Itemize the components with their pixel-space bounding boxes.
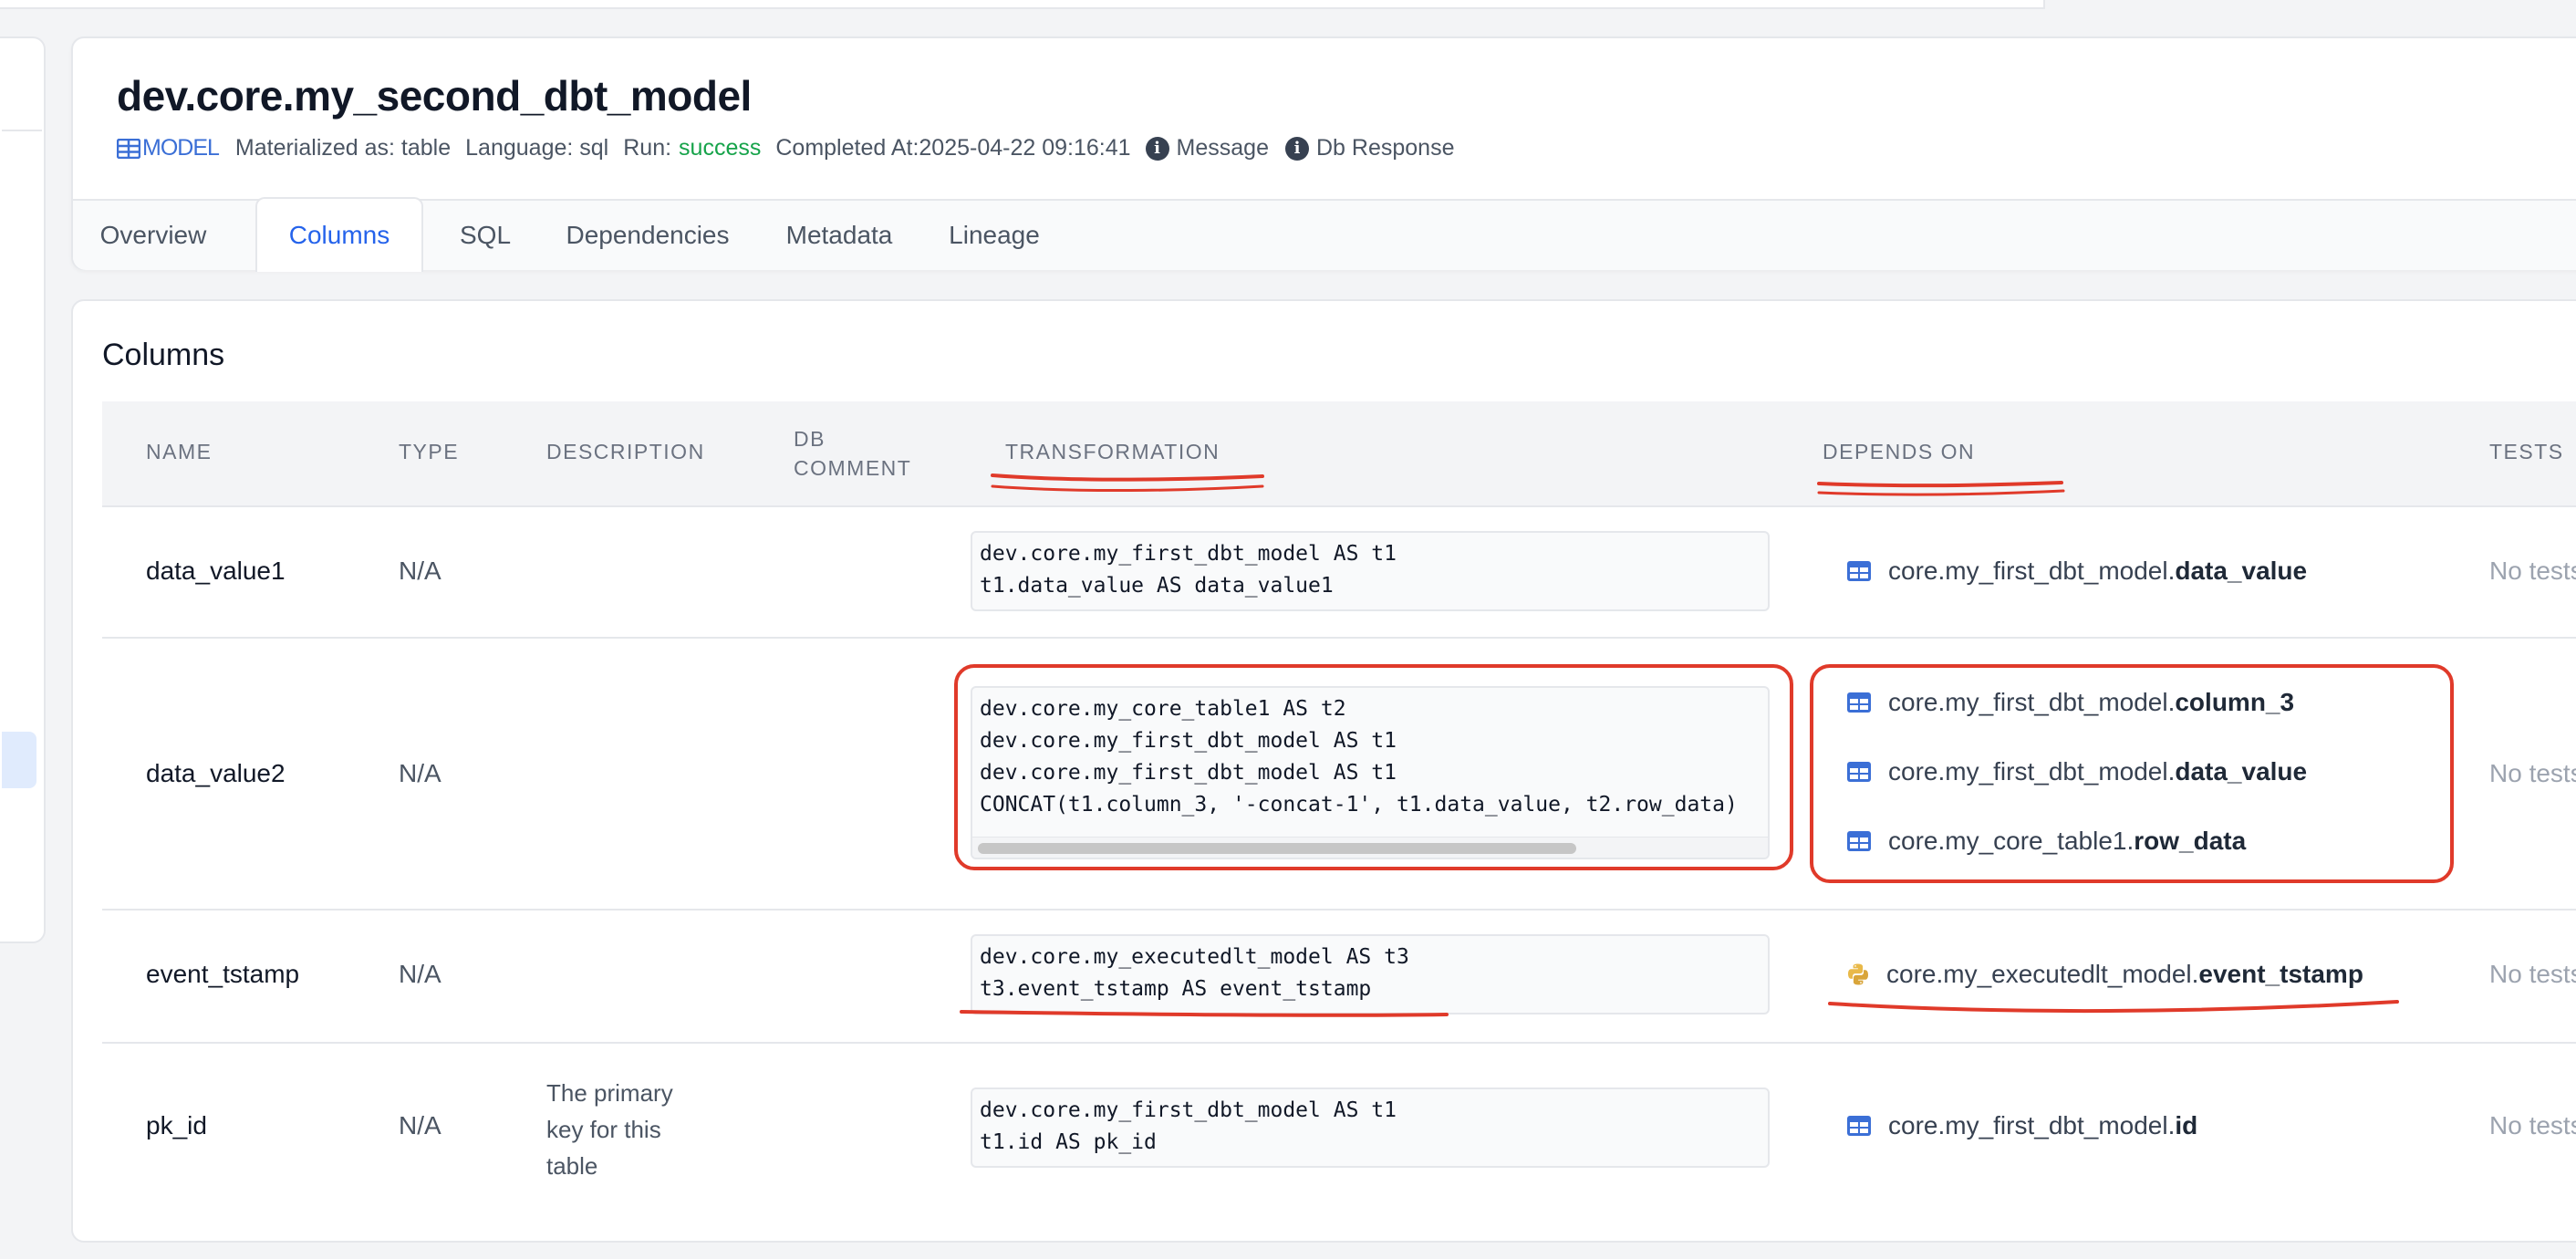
depends-on-prefix: core.my_core_table1. xyxy=(1888,827,2135,855)
column-type: N/A xyxy=(399,1111,441,1139)
depends-on-column: data_value xyxy=(2175,557,2308,585)
table-row: pk_id N/A The primary key for this table… xyxy=(102,1042,2576,1215)
header-type: TYPE xyxy=(399,440,460,463)
table-icon xyxy=(1847,831,1871,851)
table-icon xyxy=(1847,561,1871,581)
transformation-code: dev.core.my_core_table1 AS t2 dev.core.m… xyxy=(971,686,1770,859)
description-line: The primary xyxy=(546,1079,673,1107)
message-label: Message xyxy=(1176,135,1269,161)
description-line: key for this xyxy=(546,1116,661,1143)
depends-on-link[interactable]: core.my_core_table1. row_data xyxy=(1846,827,2246,856)
table-header: NAME TYPE DESCRIPTION DB COMMENT TRANSFO… xyxy=(102,401,2576,507)
python-icon xyxy=(1848,963,1868,985)
top-strip xyxy=(0,0,2045,9)
tab-lineage[interactable]: Lineage xyxy=(940,201,1049,270)
horizontal-scrollbar[interactable] xyxy=(972,837,1768,858)
message-button[interactable]: i Message xyxy=(1145,135,1269,161)
header-name: NAME xyxy=(146,440,213,463)
code-line: dev.core.my_core_table1 AS t2 xyxy=(980,697,1346,721)
depends-on-prefix: core.my_first_dbt_model. xyxy=(1888,1111,2176,1139)
depends-on-prefix: core.my_executedlt_model. xyxy=(1886,960,2199,988)
tests-status: No tests xyxy=(2489,557,2576,585)
depends-on-prefix: core.my_first_dbt_model. xyxy=(1888,688,2176,716)
header-db-comment-line2: COMMENT xyxy=(794,456,912,480)
info-icon: i xyxy=(1285,136,1309,161)
tab-metadata[interactable]: Metadata xyxy=(775,201,903,270)
depends-on-column: id xyxy=(2175,1111,2198,1139)
header-db-comment-line1: DB xyxy=(794,427,826,451)
materialized-label: Materialized as: table xyxy=(234,135,452,161)
transformation-code: dev.core.my_first_dbt_model AS t1 t1.dat… xyxy=(971,531,1770,611)
model-badge: MODEL xyxy=(117,135,220,161)
tab-dependencies[interactable]: Dependencies xyxy=(556,201,739,270)
depends-on-column: row_data xyxy=(2134,827,2247,855)
code-line: dev.core.my_executedlt_model AS t3 xyxy=(980,945,1409,969)
depends-on-link[interactable]: core.my_executedlt_model. event_tstamp xyxy=(1846,960,2363,989)
tests-status: No tests xyxy=(2489,759,2576,787)
tab-sql[interactable]: SQL xyxy=(451,201,520,270)
depends-on-prefix: core.my_first_dbt_model. xyxy=(1888,557,2176,585)
code-line: CONCAT(t1.column_3, '-concat-1', t1.data… xyxy=(980,793,1738,817)
table-icon xyxy=(117,138,140,159)
table-row: event_tstamp N/A dev.core.my_executedlt_… xyxy=(102,909,2576,1044)
column-type: N/A xyxy=(399,557,441,585)
description-line: table xyxy=(546,1152,598,1180)
column-name: data_value2 xyxy=(146,759,286,787)
table-row: data_value1 N/A dev.core.my_first_dbt_mo… xyxy=(102,505,2576,639)
header-tests: TESTS xyxy=(2489,440,2564,463)
model-header-card: dev.core.my_second_dbt_model MODEL Mater… xyxy=(71,36,2576,272)
depends-on-link[interactable]: core.my_first_dbt_model. column_3 xyxy=(1846,688,2294,717)
sidebar-panel xyxy=(0,36,46,943)
tab-bar: Overview Columns SQL Dependencies Metada… xyxy=(73,197,2576,272)
header-depends-on: DEPENDS ON xyxy=(1823,440,1976,463)
code-line: dev.core.my_first_dbt_model AS t1 xyxy=(980,761,1397,785)
model-badge-label: MODEL xyxy=(142,135,220,161)
db-response-button[interactable]: i Db Response xyxy=(1285,135,1454,161)
depends-on-column: event_tstamp xyxy=(2198,960,2363,988)
code-line: dev.core.my_first_dbt_model AS t1 xyxy=(980,542,1397,566)
depends-on-link[interactable]: core.my_first_dbt_model. id xyxy=(1846,1111,2197,1140)
depends-on-prefix: core.my_first_dbt_model. xyxy=(1888,757,2176,786)
completed-at: Completed At:2025-04-22 09:16:41 xyxy=(775,135,1131,161)
header-transformation: TRANSFORMATION xyxy=(1005,440,1220,463)
info-icon: i xyxy=(1145,136,1169,161)
model-meta-row: MODEL Materialized as: table Language: s… xyxy=(117,135,1470,161)
depends-on-link[interactable]: core.my_first_dbt_model. data_value xyxy=(1846,557,2307,586)
transformation-code: dev.core.my_executedlt_model AS t3 t3.ev… xyxy=(971,934,1770,1014)
column-type: N/A xyxy=(399,960,441,988)
table-row: data_value2 N/A dev.core.my_core_table1 … xyxy=(102,637,2576,910)
run-status: success xyxy=(679,135,762,161)
table-icon xyxy=(1847,692,1871,713)
language-label: Language: sql xyxy=(465,135,609,161)
transformation-code: dev.core.my_first_dbt_model AS t1 t1.id … xyxy=(971,1087,1770,1168)
scrollbar-thumb[interactable] xyxy=(978,843,1576,854)
tab-columns[interactable]: Columns xyxy=(255,197,423,272)
code-line: dev.core.my_first_dbt_model AS t1 xyxy=(980,729,1397,753)
db-response-label: Db Response xyxy=(1316,135,1455,161)
header-description: DESCRIPTION xyxy=(546,440,705,463)
code-line: t3.event_tstamp AS event_tstamp xyxy=(980,977,1372,1001)
column-name: pk_id xyxy=(146,1111,207,1139)
column-name: data_value1 xyxy=(146,557,286,585)
sidebar-divider xyxy=(2,130,42,131)
tests-status: No tests xyxy=(2489,960,2576,988)
tab-overview[interactable]: Overview xyxy=(91,201,215,270)
column-name: event_tstamp xyxy=(146,960,300,988)
run-label: Run: xyxy=(623,135,672,161)
column-description: The primary key for this table xyxy=(546,1075,720,1184)
depends-on-column: data_value xyxy=(2175,757,2308,786)
depends-on-column: column_3 xyxy=(2175,688,2295,716)
table-icon xyxy=(1847,1116,1871,1136)
code-line: dev.core.my_first_dbt_model AS t1 xyxy=(980,1098,1397,1122)
column-type: N/A xyxy=(399,759,441,787)
section-title: Columns xyxy=(102,338,225,372)
sidebar-active-item[interactable] xyxy=(2,732,36,788)
tests-status: No tests xyxy=(2489,1111,2576,1139)
code-line: t1.data_value AS data_value1 xyxy=(980,574,1334,598)
columns-card: Columns NAME TYPE DESCRIPTION DB COMMENT… xyxy=(71,299,2576,1243)
code-line: t1.id AS pk_id xyxy=(980,1130,1157,1154)
table-icon xyxy=(1847,762,1871,782)
page-title: dev.core.my_second_dbt_model xyxy=(117,72,752,120)
depends-on-link[interactable]: core.my_first_dbt_model. data_value xyxy=(1846,757,2307,786)
